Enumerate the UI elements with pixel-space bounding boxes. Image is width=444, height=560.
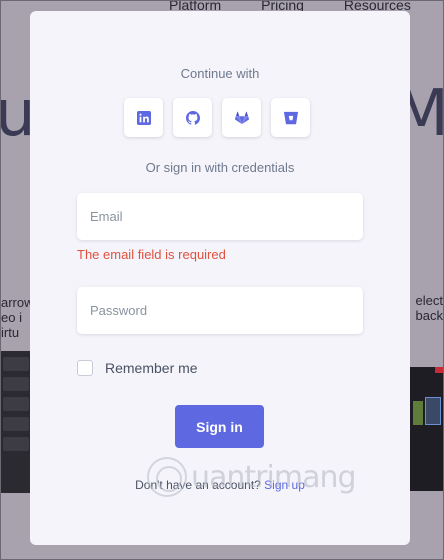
linkedin-button[interactable]: [124, 98, 163, 137]
bitbucket-button[interactable]: [271, 98, 310, 137]
background-left-panel: [1, 351, 31, 493]
linkedin-icon: [136, 110, 151, 125]
background-thumbnail-selected: [425, 397, 441, 425]
sign-in-button[interactable]: Sign in: [175, 405, 264, 448]
credentials-label: Or sign in with credentials: [145, 160, 295, 175]
background-left-text: arrow eo i irtu: [1, 295, 31, 340]
background-red-bar: [435, 367, 443, 373]
background-thumbnail: [413, 401, 423, 425]
gitlab-icon: [234, 111, 249, 124]
remember-me-label: Remember me: [105, 360, 198, 376]
background-right-text: elect back: [415, 293, 443, 323]
email-error-message: The email field is required: [77, 247, 226, 262]
sign-up-link[interactable]: Sign up: [264, 478, 305, 492]
continue-with-label: Continue with: [180, 66, 260, 81]
github-icon: [185, 110, 200, 125]
background-panel-row: [3, 357, 29, 371]
email-input[interactable]: [77, 193, 363, 240]
github-button[interactable]: [173, 98, 212, 137]
gitlab-button[interactable]: [222, 98, 261, 137]
background-panel-row: [3, 397, 29, 411]
remember-me-row[interactable]: Remember me: [77, 360, 198, 376]
sign-in-modal: Continue with Or sign in with credential…: [30, 11, 410, 545]
remember-me-checkbox[interactable]: [77, 360, 93, 376]
signup-prompt: Don't have an account? Sign up: [30, 478, 410, 492]
password-input[interactable]: [77, 287, 363, 334]
background-panel-row: [3, 437, 29, 451]
bitbucket-icon: [283, 111, 298, 124]
background-right-panel: [407, 367, 443, 491]
background-panel-row: [3, 417, 29, 431]
background-panel-row: [3, 377, 29, 391]
oauth-providers: [124, 98, 310, 137]
no-account-text: Don't have an account?: [135, 478, 261, 492]
